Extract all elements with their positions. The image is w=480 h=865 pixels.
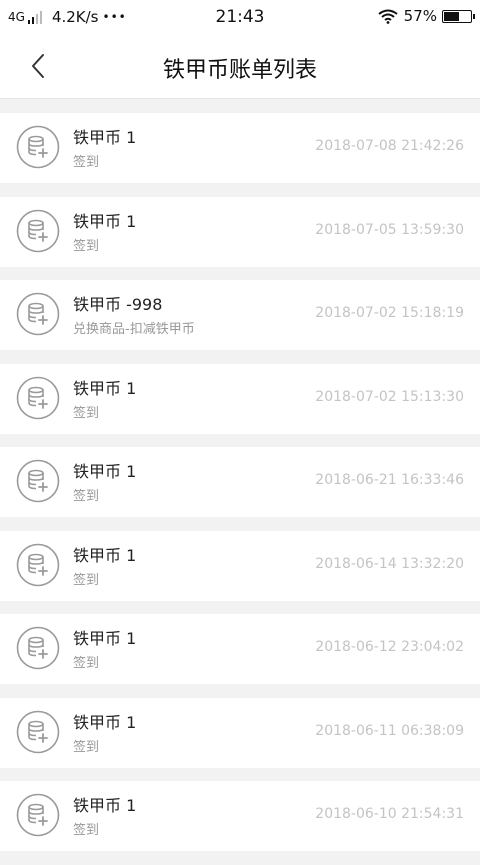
coin-stack-add-icon [16,209,60,253]
record-subtitle: 签到 [73,489,100,504]
nav-bar: 铁甲币账单列表 [0,34,480,99]
status-bar-right: 57% [378,7,475,25]
record-item[interactable]: 铁甲币 1 签到 2018-06-11 06:38:09 [0,697,480,768]
record-subtitle: 签到 [73,656,100,671]
record-subtitle: 兑换商品-扣减铁甲币 [73,322,195,337]
record-subtitle: 签到 [73,405,100,421]
record-timestamp: 2018-06-12 23:04:02 [315,639,464,655]
record-title: 铁甲币 1 [73,712,137,732]
record-timestamp: 2018-06-11 06:38:09 [315,722,464,739]
record-subtitle: 签到 [73,238,100,254]
wifi-icon [378,9,398,24]
record-timestamp: 2018-07-05 13:59:30 [315,221,464,238]
record-timestamp: 2018-07-08 21:42:26 [315,138,464,154]
battery-percent: 57% [403,7,437,25]
record-title: 铁甲币 1 [73,378,137,398]
record-item[interactable]: 铁甲币 1 签到 2018-06-14 13:32:20 [0,530,480,601]
record-item[interactable]: 铁甲币 1 签到 2018-06-10 21:54:31 [0,781,480,851]
record-item[interactable]: 铁甲币 1 签到 2018-07-05 13:59:30 [0,196,480,267]
record-title: 铁甲币 1 [73,128,137,147]
coin-stack-add-icon [16,710,60,754]
record-title: 铁甲币 -998 [73,295,163,314]
page-title: 铁甲币账单列表 [162,58,317,83]
coin-stack-add-icon [16,459,60,503]
record-timestamp: 2018-07-02 15:18:19 [315,305,464,321]
battery-icon [442,9,475,23]
record-title: 铁甲币 1 [73,796,137,815]
record-item[interactable]: 铁甲币 1 签到 2018-06-12 23:04:02 [0,614,480,684]
record-timestamp: 2018-06-21 16:33:46 [315,472,464,488]
record-title: 铁甲币 1 [73,462,137,481]
coin-stack-add-icon [16,125,60,169]
record-timestamp: 2018-06-10 21:54:31 [315,806,464,822]
coin-stack-add-icon [16,543,60,587]
record-item[interactable]: 铁甲币 1 签到 2018-06-21 16:33:46 [0,447,480,517]
status-bar: 4G 4.2K/s ••• 21:43 57% [0,0,480,34]
record-subtitle: 签到 [73,823,100,838]
record-item[interactable]: 铁甲币 -998 兑换商品-扣减铁甲币 2018-07-02 15:18:19 [0,280,480,350]
record-item[interactable]: 铁甲币 1 签到 2018-07-02 15:13:30 [0,363,480,434]
record-title: 铁甲币 1 [73,545,137,565]
record-title: 铁甲币 1 [73,211,137,231]
coin-stack-add-icon [16,376,60,420]
record-list: 铁甲币 1 签到 2018-07-08 21:42:26 铁甲币 1 签到 20… [0,113,480,865]
record-item[interactable]: 铁甲币 1 签到 2018-07-08 21:42:26 [0,113,480,183]
coin-stack-add-icon [16,292,60,336]
record-subtitle: 签到 [73,572,100,588]
record-timestamp: 2018-06-14 13:32:20 [315,555,464,572]
record-subtitle: 签到 [73,155,100,170]
record-timestamp: 2018-07-02 15:13:30 [315,388,464,405]
record-title: 铁甲币 1 [73,629,137,648]
coin-stack-add-icon [16,793,60,837]
coin-stack-add-icon [16,626,60,670]
record-subtitle: 签到 [73,739,100,755]
